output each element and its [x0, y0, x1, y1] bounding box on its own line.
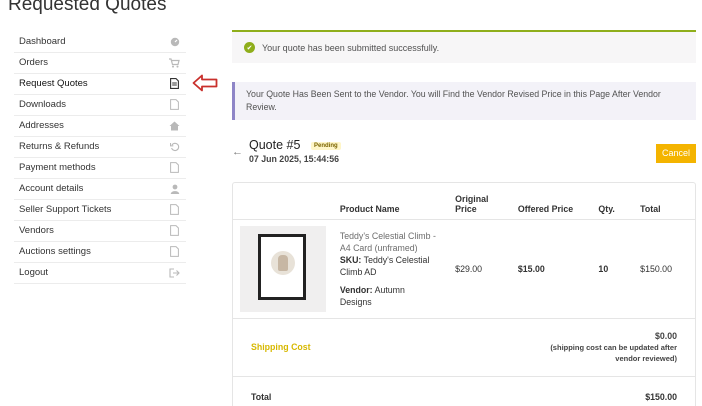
qty-cell: 10: [598, 219, 641, 319]
quote-title: Quote #5: [249, 138, 301, 152]
shipping-cost-value: $0.00 (shipping cost can be updated afte…: [455, 318, 695, 377]
sidebar-item-label: Request Quotes: [19, 78, 88, 89]
sku-label: SKU:: [339, 254, 362, 265]
logout-icon: [169, 267, 180, 278]
sku-value-line1: Teddy's Celestial: [363, 254, 430, 265]
dashboard-icon: [169, 36, 180, 47]
vendor-label: Vendor:: [339, 284, 373, 295]
cancel-quote-button[interactable]: Cancel: [656, 144, 696, 163]
grand-total-label: Total: [251, 392, 272, 403]
header-offered-price: Offered Price: [517, 183, 599, 220]
grand-total-row: Total $150.00: [233, 376, 695, 406]
annotation-arrow-icon: [192, 74, 218, 92]
vendor-value-line2: Designs: [339, 296, 372, 307]
sidebar-item-account-details[interactable]: Account details: [14, 179, 186, 200]
page-title: Requested Quotes: [8, 0, 167, 15]
offered-price-cell: $15.00: [517, 219, 599, 319]
sidebar-item-label: Payment methods: [19, 162, 96, 173]
success-message: Your quote has been submitted successful…: [262, 42, 440, 53]
sku-value-line2: Climb AD: [339, 266, 377, 277]
product-thumbnail-cell: [233, 219, 340, 319]
sidebar-item-downloads[interactable]: Downloads: [14, 95, 186, 116]
sidebar-item-label: Vendors: [19, 225, 54, 236]
shipping-note-line2: vendor reviewed): [615, 353, 677, 363]
sidebar-item-dashboard[interactable]: Dashboard: [14, 32, 186, 53]
sidebar-item-vendors[interactable]: Vendors: [14, 221, 186, 242]
undo-icon: [169, 141, 180, 152]
art-figure: [278, 254, 288, 271]
vendor-value-line1: Autumn: [374, 284, 405, 295]
sidebar-item-payment-methods[interactable]: Payment methods: [14, 158, 186, 179]
table-header-row: Product Name Original Price Offered Price…: [233, 183, 695, 220]
product-vendor: Vendor: Autumn Designs: [340, 284, 455, 308]
sidebar-item-orders[interactable]: Orders: [14, 53, 186, 74]
check-circle-icon: ✔: [244, 42, 255, 53]
sidebar-item-label: Account details: [19, 183, 84, 194]
quote-main-content: ✔ Your quote has been submitted successf…: [232, 30, 696, 406]
success-notice: ✔ Your quote has been submitted successf…: [232, 30, 696, 63]
file-icon: [169, 246, 180, 257]
back-arrow-icon[interactable]: ←: [232, 146, 243, 158]
user-icon: [169, 183, 180, 194]
header-original-line1: Original: [455, 193, 489, 204]
quote-header: ← Quote #5 Pending 07 Jun 2025, 15:44:56…: [232, 138, 696, 168]
line-total-cell: $150.00: [640, 219, 695, 319]
sidebar-item-auctions-settings[interactable]: Auctions settings: [14, 242, 186, 263]
product-sku: SKU: Teddy's Celestial Climb AD: [340, 254, 455, 278]
shipping-row: Shipping Cost $0.00 (shipping cost can b…: [233, 318, 695, 377]
header-total: Total: [640, 183, 695, 220]
quote-items-table: Product Name Original Price Offered Price…: [232, 182, 696, 406]
file-icon: [169, 204, 180, 215]
header-original-price: Original Price: [455, 183, 518, 220]
product-thumbnail[interactable]: [240, 225, 326, 312]
account-sidebar: Dashboard Orders Request Quotes Download…: [14, 32, 186, 284]
header-thumbnail: [233, 183, 340, 220]
file-icon: [169, 99, 180, 110]
product-name-line2: A4 Card (unframed): [339, 242, 418, 253]
product-info-cell: Teddy's Celestial Climb - A4 Card (unfram…: [339, 219, 456, 319]
file-icon: [169, 162, 180, 173]
sidebar-item-label: Logout: [19, 267, 49, 278]
shipping-cost-label: Shipping Cost: [233, 318, 456, 377]
header-qty: Qty.: [598, 183, 641, 220]
sidebar-item-seller-support-tickets[interactable]: Seller Support Tickets: [14, 200, 186, 221]
framed-art-image: [258, 233, 306, 300]
cart-icon: [169, 57, 180, 68]
header-original-line2: Price: [455, 203, 477, 214]
status-badge: Pending: [311, 142, 341, 150]
shipping-note-line1: (shipping cost can be updated after: [550, 342, 677, 352]
sidebar-item-label: Addresses: [19, 120, 64, 131]
sidebar-item-logout[interactable]: Logout: [14, 263, 186, 284]
sidebar-item-label: Auctions settings: [19, 246, 91, 257]
product-name-link[interactable]: Teddy's Celestial Climb - A4 Card (unfram…: [340, 230, 455, 254]
document-icon: [169, 78, 180, 89]
table-row: Teddy's Celestial Climb - A4 Card (unfram…: [233, 219, 695, 319]
sidebar-item-label: Seller Support Tickets: [19, 204, 112, 215]
sidebar-item-returns-refunds[interactable]: Returns & Refunds: [14, 137, 186, 158]
sidebar-item-label: Dashboard: [19, 36, 66, 47]
sidebar-item-label: Downloads: [19, 99, 66, 110]
sidebar-item-label: Returns & Refunds: [19, 141, 100, 152]
grand-total-value: $150.00: [645, 392, 677, 403]
home-icon: [169, 120, 180, 131]
shipping-amount: $0.00: [654, 330, 677, 341]
quote-date: 07 Jun 2025, 15:44:56: [249, 154, 339, 164]
sidebar-item-label: Orders: [19, 57, 49, 68]
original-price-cell: $29.00: [455, 219, 518, 319]
sidebar-item-request-quotes[interactable]: Request Quotes: [14, 74, 186, 95]
info-message: Your Quote Has Been Sent to the Vendor. …: [232, 82, 696, 120]
file-icon: [169, 225, 180, 236]
product-name-line1: Teddy's Celestial Climb -: [339, 230, 436, 241]
header-product-name: Product Name: [339, 183, 456, 220]
sidebar-item-addresses[interactable]: Addresses: [14, 116, 186, 137]
